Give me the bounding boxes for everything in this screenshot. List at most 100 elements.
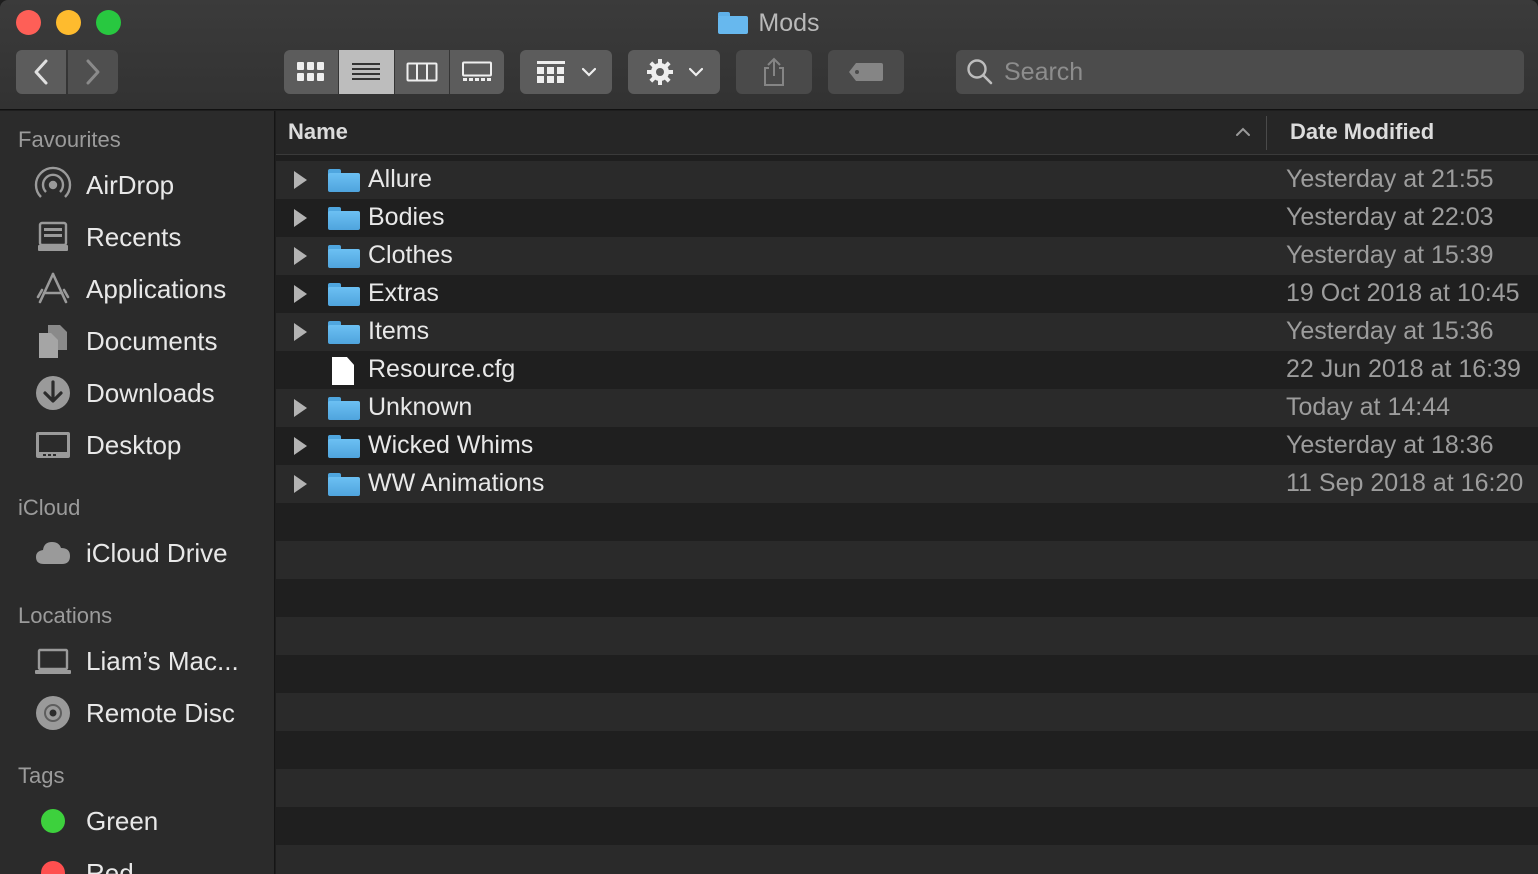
sidebar-item-label: Recents bbox=[86, 221, 182, 252]
group-by-button[interactable] bbox=[520, 50, 612, 94]
table-row[interactable]: Clothes Yesterday at 15:39 bbox=[276, 237, 1538, 275]
column-header-name[interactable]: Name bbox=[288, 119, 348, 145]
forward-button[interactable] bbox=[68, 50, 118, 94]
list-lines-icon bbox=[352, 63, 381, 80]
row-name: Items bbox=[368, 317, 430, 345]
finder-window: Mods Search Favourites AirDrop Recents A… bbox=[0, 0, 1538, 874]
share-button[interactable] bbox=[736, 50, 812, 94]
applications-icon bbox=[34, 270, 72, 308]
sidebar-item-documents[interactable]: Documents bbox=[34, 319, 218, 363]
empty-row bbox=[276, 503, 1538, 541]
folder-icon bbox=[718, 12, 749, 34]
gallery-icon bbox=[461, 61, 492, 81]
toolbar: Mods bbox=[0, 0, 1538, 110]
sidebar-heading-favourites: Favourites bbox=[18, 127, 121, 152]
empty-row bbox=[276, 693, 1538, 731]
table-row[interactable]: Unknown Today at 14:44 bbox=[276, 389, 1538, 427]
sidebar-item-label: Green bbox=[86, 805, 159, 836]
empty-row bbox=[276, 769, 1538, 807]
table-row[interactable]: Allure Yesterday at 21:55 bbox=[276, 161, 1538, 199]
sidebar-item-this-mac[interactable]: Liam’s Mac... bbox=[34, 639, 239, 683]
share-icon bbox=[764, 57, 784, 86]
laptop-icon bbox=[34, 642, 72, 680]
icon-grid-icon bbox=[297, 62, 325, 81]
row-name: WW Animations bbox=[368, 469, 545, 497]
tag-icon bbox=[849, 63, 883, 81]
table-row[interactable]: Wicked Whims Yesterday at 18:36 bbox=[276, 427, 1538, 465]
disclosure-triangle-icon[interactable] bbox=[294, 285, 307, 303]
sidebar-item-tag-green[interactable]: Green bbox=[34, 799, 158, 843]
disclosure-triangle-icon[interactable] bbox=[294, 475, 307, 493]
sidebar-item-airdrop[interactable]: AirDrop bbox=[34, 163, 174, 207]
disclosure-triangle-icon[interactable] bbox=[294, 209, 307, 227]
disclosure-triangle-icon[interactable] bbox=[294, 437, 307, 455]
sidebar-item-label: iCloud Drive bbox=[86, 537, 228, 568]
back-button[interactable] bbox=[16, 50, 66, 94]
columns-icon bbox=[406, 62, 438, 82]
sidebar-item-label: Liam’s Mac... bbox=[86, 645, 239, 676]
disclosure-triangle-icon[interactable] bbox=[294, 247, 307, 265]
chevron-down-icon bbox=[689, 67, 703, 77]
row-date-modified: Yesterday at 21:55 bbox=[1286, 165, 1494, 193]
sidebar-item-downloads[interactable]: Downloads bbox=[34, 371, 215, 415]
sort-ascending-icon bbox=[1236, 127, 1250, 136]
disclosure-triangle-icon[interactable] bbox=[294, 399, 307, 417]
sidebar-item-label: Applications bbox=[86, 273, 227, 304]
search-field[interactable] bbox=[956, 50, 1524, 94]
cloud-icon bbox=[34, 534, 72, 572]
disclosure-triangle-icon[interactable] bbox=[294, 323, 307, 341]
gear-icon bbox=[647, 59, 673, 85]
chevron-left-icon bbox=[34, 59, 48, 85]
row-name: Unknown bbox=[368, 393, 473, 421]
tags-button[interactable] bbox=[828, 50, 904, 94]
sidebar-item-label: AirDrop bbox=[86, 169, 175, 200]
sidebar-item-label: Red bbox=[86, 857, 134, 874]
action-menu-button[interactable] bbox=[628, 50, 720, 94]
gallery-view-button[interactable] bbox=[449, 50, 504, 94]
navigation-buttons bbox=[16, 50, 118, 94]
documents-icon bbox=[34, 322, 72, 360]
row-name: Clothes bbox=[368, 241, 453, 269]
sidebar-heading-tags: Tags bbox=[18, 763, 65, 788]
disclosure-triangle-icon[interactable] bbox=[294, 171, 307, 189]
sidebar-item-label: Desktop bbox=[86, 429, 182, 460]
row-date-modified: Yesterday at 18:36 bbox=[1286, 431, 1494, 459]
row-date-modified: Yesterday at 22:03 bbox=[1286, 203, 1494, 231]
table-row[interactable]: WW Animations 11 Sep 2018 at 16:20 bbox=[276, 465, 1538, 503]
folder-icon bbox=[328, 243, 360, 269]
sidebar-item-remote-disc[interactable]: Remote Disc bbox=[34, 691, 235, 735]
folder-icon bbox=[328, 281, 360, 307]
column-header-date-modified[interactable]: Date Modified bbox=[1290, 119, 1434, 145]
sidebar-item-recents[interactable]: Recents bbox=[34, 215, 181, 259]
row-name: Extras bbox=[368, 279, 439, 307]
sidebar-item-desktop[interactable]: Desktop bbox=[34, 423, 181, 467]
chevron-down-icon bbox=[582, 67, 596, 77]
column-view-button[interactable] bbox=[394, 50, 449, 94]
chevron-right-icon bbox=[86, 59, 100, 85]
sidebar-item-applications[interactable]: Applications bbox=[34, 267, 226, 311]
downloads-icon bbox=[34, 374, 72, 412]
folder-icon bbox=[328, 319, 360, 345]
icon-view-button[interactable] bbox=[284, 50, 339, 94]
tag-dot-icon bbox=[34, 802, 72, 840]
search-input[interactable] bbox=[1004, 57, 1504, 87]
row-name: Allure bbox=[368, 165, 432, 193]
table-row[interactable]: Resource.cfg 22 Jun 2018 at 16:39 bbox=[276, 351, 1538, 389]
sidebar-heading-icloud: iCloud bbox=[18, 495, 81, 520]
table-row[interactable]: Items Yesterday at 15:36 bbox=[276, 313, 1538, 351]
group-grid-icon bbox=[537, 61, 565, 83]
list-view-button[interactable] bbox=[339, 50, 394, 94]
row-date-modified: Today at 14:44 bbox=[1286, 393, 1451, 421]
table-row[interactable]: Extras 19 Oct 2018 at 10:45 bbox=[276, 275, 1538, 313]
tag-dot-icon bbox=[34, 854, 72, 874]
column-divider[interactable] bbox=[1266, 116, 1267, 150]
sidebar-item-tag-red[interactable]: Red bbox=[34, 851, 134, 874]
sidebar: Favourites AirDrop Recents Applications … bbox=[0, 111, 275, 874]
table-row[interactable]: Bodies Yesterday at 22:03 bbox=[276, 199, 1538, 237]
row-date-modified: 22 Jun 2018 at 16:39 bbox=[1286, 355, 1521, 383]
list-header: Name Date Modified bbox=[276, 111, 1538, 155]
empty-row bbox=[276, 845, 1538, 874]
sidebar-item-icloud-drive[interactable]: iCloud Drive bbox=[34, 531, 228, 575]
empty-row bbox=[276, 579, 1538, 617]
document-icon bbox=[328, 357, 360, 385]
